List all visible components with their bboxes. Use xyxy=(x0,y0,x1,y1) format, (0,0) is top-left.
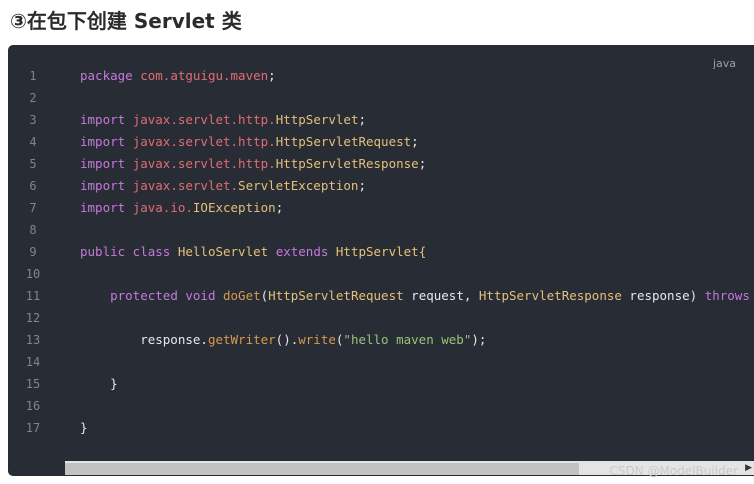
code-token: HttpServletResponse xyxy=(275,156,419,171)
code-token: ; xyxy=(418,156,427,171)
code-block: java 1 2 3 4 5 6 7 8 9 10 11 12 13 14 15 16 17 package c… xyxy=(8,45,754,476)
code-line: response.getWriter().write("hello maven … xyxy=(80,329,754,351)
code-token: HelloServlet xyxy=(177,244,269,259)
line-number: 16 xyxy=(25,399,41,413)
code-token: protected void xyxy=(110,288,216,303)
code-line: public class HelloServlet extends HttpSe… xyxy=(80,241,754,263)
line-number: 15 xyxy=(25,377,41,391)
code-token: HttpServletResponse xyxy=(478,288,622,303)
code-token: javax.servlet.http. xyxy=(132,156,276,171)
code-token: response. xyxy=(80,332,208,347)
line-number: 13 xyxy=(25,333,41,347)
code-token: import xyxy=(80,156,126,171)
code-token: javax.servlet.http. xyxy=(132,112,276,127)
code-line: } xyxy=(80,417,754,439)
watermark: CSDN @ModelBuilder xyxy=(609,464,739,478)
code-token: import xyxy=(80,200,126,215)
line-number: 12 xyxy=(25,311,41,325)
code-line: import javax.servlet.http.HttpServletRes… xyxy=(80,153,754,175)
line-number: 7 xyxy=(29,201,37,215)
code-token: response) xyxy=(621,288,705,303)
code-token: com.atguigu.maven xyxy=(140,68,269,83)
code-token: doGet xyxy=(223,288,261,303)
code-token: } xyxy=(80,420,88,435)
scroll-right-arrow-icon[interactable]: ▶ xyxy=(745,461,752,475)
code-line: } xyxy=(80,373,754,395)
code-token: extends xyxy=(275,244,329,259)
code-token: getWriter xyxy=(207,332,276,347)
code-line: package com.atguigu.maven; xyxy=(80,65,754,87)
line-number: 1 xyxy=(29,69,37,83)
line-number: 2 xyxy=(29,91,37,105)
code-token: HttpServlet{ xyxy=(335,244,427,259)
code-line: import javax.servlet.http.HttpServletReq… xyxy=(80,131,754,153)
code-token: import xyxy=(80,178,126,193)
code-token: ; xyxy=(275,200,284,215)
code-token: (). xyxy=(275,332,299,347)
code-line: import java.io.IOException; xyxy=(80,197,754,219)
line-number: 6 xyxy=(29,179,37,193)
code-token: java.io. xyxy=(132,200,193,215)
code-token: IOException xyxy=(192,200,276,215)
code-token: write xyxy=(298,332,336,347)
line-number: 3 xyxy=(29,113,37,127)
code-line: protected void doGet(HttpServletRequest … xyxy=(80,285,754,307)
code-token: ; xyxy=(358,178,366,193)
code-token: request, xyxy=(403,288,479,303)
code-token: ; xyxy=(268,68,276,83)
line-number-gutter: 1 2 3 4 5 6 7 8 9 10 11 12 13 14 15 16 17 xyxy=(8,65,58,439)
code-token: HttpServletRequest xyxy=(268,288,404,303)
scrollbar-thumb[interactable] xyxy=(65,463,579,475)
code-token: ); xyxy=(471,332,487,347)
line-number: 14 xyxy=(25,355,41,369)
code-token: javax.servlet. xyxy=(132,178,239,193)
line-number: 8 xyxy=(29,223,37,237)
code-token: ; xyxy=(358,112,367,127)
line-number: 4 xyxy=(29,135,37,149)
code-content: package com.atguigu.maven; import javax.s… xyxy=(80,65,754,439)
code-token: public class xyxy=(80,244,171,259)
code-line: import javax.servlet.http.HttpServlet; xyxy=(80,109,754,131)
code-token: HttpServletRequest xyxy=(275,134,412,149)
code-token: ; xyxy=(411,134,419,149)
line-number: 9 xyxy=(29,245,37,259)
code-line: import javax.servlet.ServletException; xyxy=(80,175,754,197)
line-number: 10 xyxy=(25,267,41,281)
code-token: javax.servlet.http. xyxy=(132,134,276,149)
code-token: import xyxy=(80,112,126,127)
code-token: ServletException xyxy=(238,178,359,193)
section-heading: ③在包下创建 Servlet 类 xyxy=(10,9,242,33)
code-token: import xyxy=(80,134,126,149)
code-token: } xyxy=(80,376,118,391)
code-token: package xyxy=(80,68,133,83)
code-token: throws xyxy=(704,288,750,303)
code-token: "hello maven web" xyxy=(343,332,472,347)
code-token: HttpServlet xyxy=(275,112,359,127)
line-number: 11 xyxy=(25,289,41,303)
line-number: 5 xyxy=(29,157,37,171)
line-number: 17 xyxy=(25,421,41,435)
